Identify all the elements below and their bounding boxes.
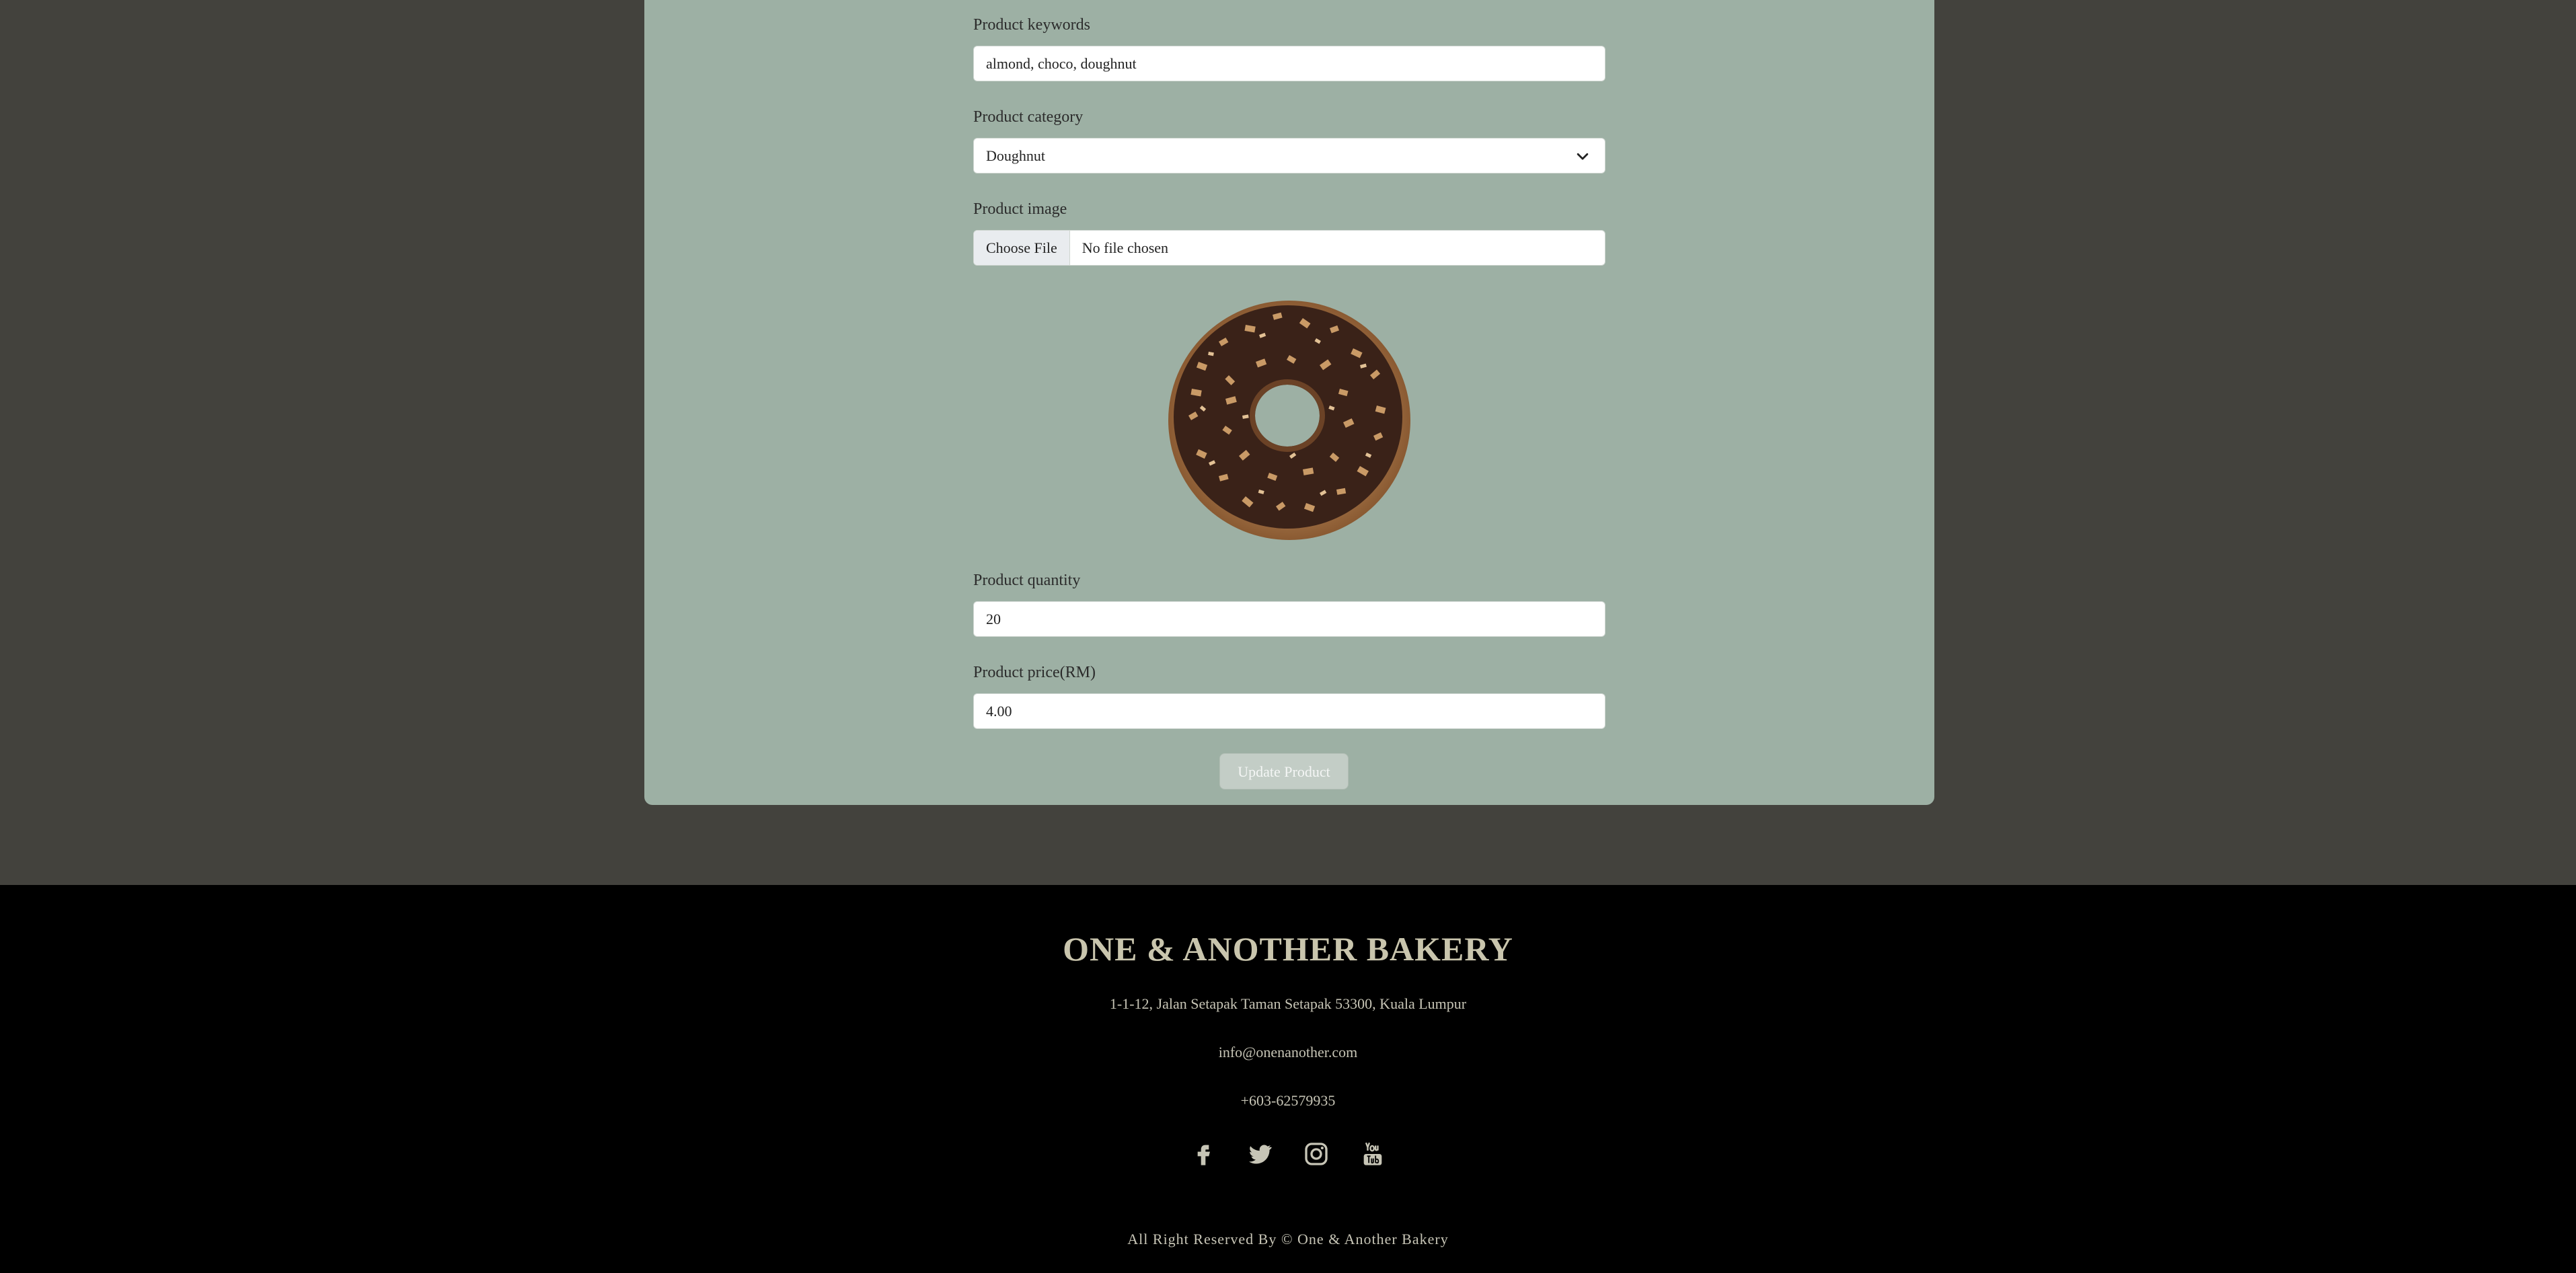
price-label: Product price(RM) <box>973 664 1096 681</box>
quantity-input[interactable]: 20 <box>973 601 1605 637</box>
chevron-down-icon <box>1577 153 1589 160</box>
update-product-button[interactable]: Update Product <box>1219 753 1349 789</box>
image-label: Product image <box>973 200 1067 218</box>
twitter-icon[interactable] <box>1246 1141 1273 1167</box>
category-field-group: Product category Doughnut <box>973 106 1605 173</box>
quantity-label: Product quantity <box>973 572 1081 589</box>
quantity-field-group: Product quantity 20 <box>973 569 1605 637</box>
footer-email: info@onenanother.com <box>1218 1044 1358 1060</box>
category-label: Product category <box>973 108 1084 126</box>
footer-address: 1-1-12, Jalan Setapak Taman Setapak 5330… <box>1109 995 1467 1012</box>
footer-brand: ONE & ANOTHER BAKERY <box>1063 930 1513 968</box>
price-input[interactable]: 4.00 <box>973 693 1605 729</box>
keywords-input[interactable]: almond, choco, doughnut <box>973 46 1605 81</box>
site-footer: ONE & ANOTHER BAKERY 1-1-12, Jalan Setap… <box>0 885 2576 1273</box>
product-image-preview <box>1158 288 1420 550</box>
choose-file-button[interactable]: Choose File <box>974 231 1070 265</box>
keywords-label: Product keywords <box>973 16 1090 34</box>
file-status-text: No file chosen <box>1082 239 1169 256</box>
image-file-input[interactable]: Choose File No file chosen <box>973 230 1605 266</box>
price-field-group: Product price(RM) 4.00 <box>973 661 1605 729</box>
category-selected-value: Doughnut <box>986 147 1045 164</box>
category-select[interactable]: Doughnut <box>973 138 1605 173</box>
footer-copyright: All Right Reserved By © One & Another Ba… <box>1127 1231 1449 1247</box>
image-field-group: Product image Choose File No file chosen <box>973 198 1605 266</box>
youtube-icon[interactable] <box>1359 1141 1386 1167</box>
instagram-icon[interactable] <box>1303 1141 1330 1167</box>
footer-phone: +603-62579935 <box>1240 1092 1336 1109</box>
facebook-icon[interactable] <box>1190 1141 1217 1167</box>
keywords-field-group: Product keywords almond, choco, doughnut <box>973 13 1605 81</box>
product-form-card: Product keywords almond, choco, doughnut… <box>644 0 1934 805</box>
social-links <box>0 1141 2576 1167</box>
